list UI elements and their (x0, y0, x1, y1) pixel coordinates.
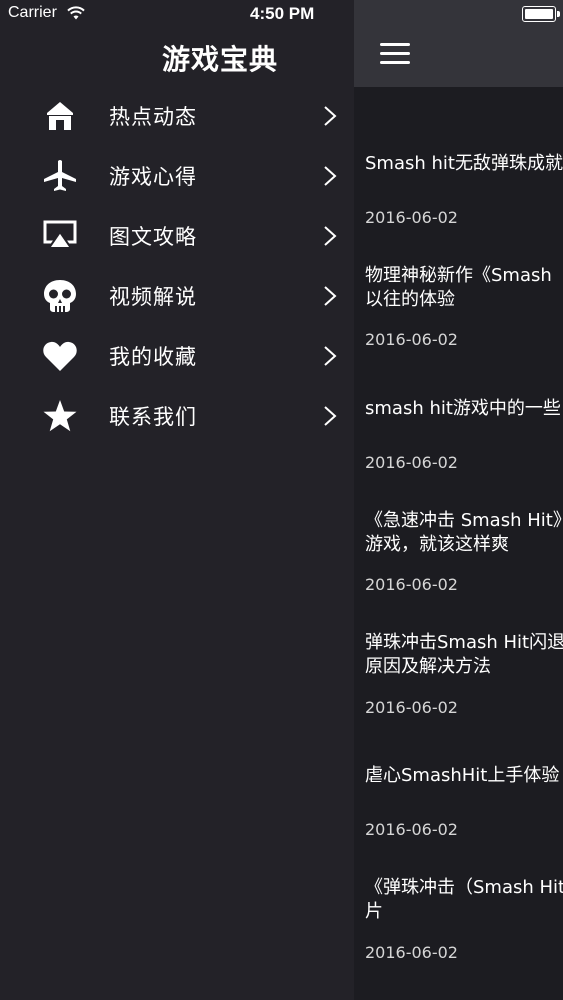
article-title: 《弹珠冲击（Smash Hit 片 (365, 877, 563, 922)
carrier-label: Carrier (8, 4, 57, 21)
menu-item-game-tips[interactable]: 游戏心得 (0, 146, 354, 206)
article-title: smash hit游戏中的一些 (365, 398, 561, 419)
hamburger-line (380, 43, 410, 46)
hamburger-line (380, 52, 410, 55)
menu-item-label: 我的收藏 (109, 345, 197, 369)
article-item[interactable]: smash hit游戏中的一些 2016-06-02 (354, 341, 563, 472)
battery-icon (522, 6, 560, 22)
status-bar: Carrier 4:50 PM (0, 0, 354, 28)
airplay-icon (40, 218, 80, 254)
chevron-right-icon (324, 406, 337, 426)
menu-item-label: 视频解说 (109, 285, 197, 309)
chevron-right-icon (324, 106, 337, 126)
article-title: Smash hit无敌弹珠成就 (365, 153, 563, 174)
chevron-right-icon (324, 286, 337, 306)
menu-item-label: 游戏心得 (109, 165, 197, 189)
menu-item-label: 图文攻略 (109, 225, 197, 249)
article-item[interactable]: 物理神秘新作《Smash 以往的体验 2016-06-02 (354, 218, 563, 349)
chevron-right-icon (324, 346, 337, 366)
airplane-icon (40, 158, 80, 194)
hamburger-line (380, 61, 410, 64)
article-title: 《急速冲击 Smash Hit》 游戏，就该这样爽 (365, 510, 563, 555)
article-title: 弹珠冲击Smash Hit闪退 原因及解决方法 (365, 632, 563, 677)
article-item[interactable]: 《弹珠冲击（Smash Hit 片 2016-06-02 (354, 831, 563, 962)
article-item[interactable]: 《急速冲击 Smash Hit》 游戏，就该这样爽 2016-06-02 (354, 463, 563, 594)
article-item[interactable]: 弹珠冲击Smash Hit闪退 原因及解决方法 2016-06-02 (354, 586, 563, 717)
skull-icon (40, 278, 80, 314)
article-item[interactable]: 虐心SmashHit上手体验 2016-06-02 (354, 708, 563, 839)
status-time: 4:50 PM (250, 4, 315, 23)
menu-item-hot-news[interactable]: 热点动态 (0, 86, 354, 146)
chevron-right-icon (324, 226, 337, 246)
menu-item-videos[interactable]: 视频解说 (0, 266, 354, 326)
chevron-right-icon (324, 166, 337, 186)
article-title: 物理神秘新作《Smash 以往的体验 (365, 265, 552, 310)
menu-item-contact-us[interactable]: 联系我们 (0, 386, 354, 446)
menu-item-label: 热点动态 (109, 105, 197, 129)
star-icon (40, 398, 80, 434)
menu-item-guides[interactable]: 图文攻略 (0, 206, 354, 266)
wifi-icon (67, 6, 85, 20)
nav-bar (354, 0, 563, 87)
heart-icon (40, 338, 80, 374)
home-icon (40, 98, 80, 134)
article-date: 2016-06-02 (365, 943, 458, 962)
side-drawer: Carrier 4:50 PM 游戏宝典 热点动态 游戏心得 图文攻略 视频解说… (0, 0, 354, 1000)
drawer-menu: 热点动态 游戏心得 图文攻略 视频解说 我的收藏 联系我们 (0, 86, 354, 446)
hamburger-menu-icon[interactable] (380, 43, 412, 67)
battery-fill (525, 9, 553, 19)
article-item[interactable]: Smash hit无敌弹珠成就 2016-06-02 (354, 96, 563, 227)
menu-item-label: 联系我们 (109, 405, 197, 429)
menu-item-favorites[interactable]: 我的收藏 (0, 326, 354, 386)
article-title: 虐心SmashHit上手体验 (365, 765, 560, 786)
content-panel[interactable]: Smash hit无敌弹珠成就 2016-06-02 物理神秘新作《Smash … (354, 0, 563, 1000)
